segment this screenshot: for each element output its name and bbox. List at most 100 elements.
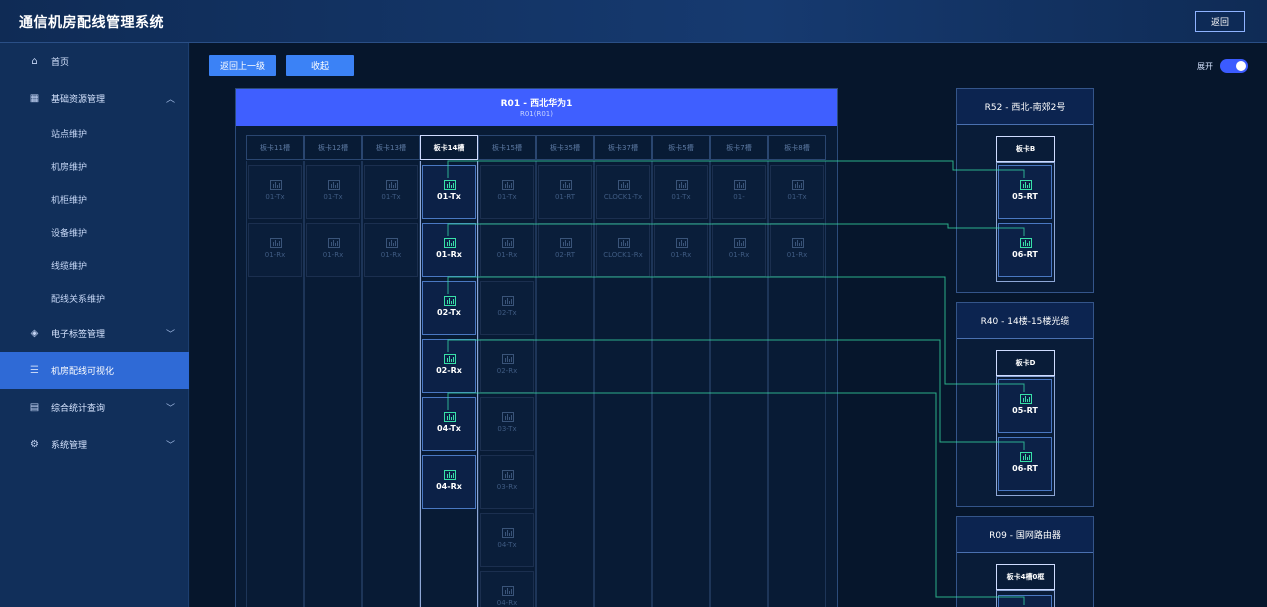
collapse-button[interactable]: 收起 bbox=[286, 55, 354, 76]
sidebar-subitem-room[interactable]: 机房维护 bbox=[0, 150, 189, 183]
port-label: 04-Tx bbox=[497, 541, 517, 549]
port-tile[interactable]: 01-Tx bbox=[364, 165, 418, 219]
port-icon bbox=[444, 354, 456, 364]
port-icon bbox=[502, 586, 514, 596]
port-tile[interactable]: 02-Tx bbox=[422, 281, 476, 335]
card-slot-header[interactable]: 板卡15槽 bbox=[478, 135, 536, 160]
port-tile[interactable]: 03-Tx bbox=[480, 397, 534, 451]
sidebar-subitem-wiring[interactable]: 配线关系维护 bbox=[0, 282, 189, 315]
card-slot-header[interactable]: 板卡35槽 bbox=[536, 135, 594, 160]
port-tile[interactable]: 01-Tx bbox=[422, 165, 476, 219]
port-tile[interactable]: 01-Tx bbox=[480, 165, 534, 219]
device-title: R52 - 西北-南郊2号 bbox=[957, 89, 1093, 125]
port-tile[interactable]: 01-Rx bbox=[422, 223, 476, 277]
card-slot-header[interactable]: 板卡5槽 bbox=[652, 135, 710, 160]
device-title: R09 - 国网路由器 bbox=[957, 517, 1093, 553]
port-tile[interactable]: 02-Tx bbox=[480, 281, 534, 335]
port-tile[interactable]: 01-Rx bbox=[306, 223, 360, 277]
sidebar-subitem-site[interactable]: 站点维护 bbox=[0, 117, 189, 150]
port-tile[interactable]: 01-Rx bbox=[248, 223, 302, 277]
port-icon bbox=[444, 296, 456, 306]
back-button[interactable]: 返回 bbox=[1195, 11, 1245, 32]
port-label: 03-Tx bbox=[497, 425, 517, 433]
port-tile[interactable]: 01-Rx bbox=[770, 223, 824, 277]
sidebar-item-label: 机房配线可视化 bbox=[51, 367, 115, 377]
card-slot-header[interactable]: 板卡8槽 bbox=[768, 135, 826, 160]
port-tile[interactable]: 04-Rx bbox=[480, 571, 534, 607]
sidebar-subitem-device[interactable]: 设备维护 bbox=[0, 216, 189, 249]
device-panel[interactable]: R40 - 14楼-15楼光缆 板卡D 05-RT 06-RT bbox=[956, 302, 1094, 507]
port-tile[interactable]: 02-Rx bbox=[480, 339, 534, 393]
sidebar-item-system[interactable]: ⚙ 系统管理 ﹀ bbox=[0, 428, 189, 461]
chart-icon: ▤ bbox=[29, 402, 40, 413]
port-tile[interactable]: 01-Tx bbox=[770, 165, 824, 219]
port-tile[interactable]: 01-Rx bbox=[654, 223, 708, 277]
device-card-header[interactable]: 板卡D bbox=[996, 350, 1055, 376]
port-tile[interactable]: 01- bbox=[712, 165, 766, 219]
home-icon: ⌂ bbox=[31, 56, 38, 67]
device-panel[interactable]: R09 - 国网路由器板卡4槽0框 bbox=[956, 516, 1094, 607]
port-label: 01-Tx bbox=[265, 193, 285, 201]
sidebar-item-label: 基础资源管理 bbox=[51, 95, 106, 105]
card-slot-header[interactable]: 板卡13槽 bbox=[362, 135, 420, 160]
port-tile[interactable]: 04-Tx bbox=[480, 513, 534, 567]
back-level-button[interactable]: 返回上一级 bbox=[209, 55, 276, 76]
chevron-down-icon: ﹀ bbox=[166, 441, 176, 451]
port-tile[interactable]: CLOCK1-Rx bbox=[596, 223, 650, 277]
port-tile[interactable]: CLOCK1-Tx bbox=[596, 165, 650, 219]
port-icon bbox=[502, 180, 514, 190]
card-slot-header[interactable]: 板卡37槽 bbox=[594, 135, 652, 160]
sidebar-item-statistics[interactable]: ▤ 综合统计查询 ﹀ bbox=[0, 391, 189, 424]
app-title: 通信机房配线管理系统 bbox=[19, 15, 164, 31]
port-tile[interactable]: 06-RT bbox=[998, 437, 1052, 491]
port-tile[interactable]: 01-Tx bbox=[248, 165, 302, 219]
port-icon bbox=[444, 180, 456, 190]
port-label: 01-Tx bbox=[787, 193, 807, 201]
port-tile[interactable]: 01-RT bbox=[538, 165, 592, 219]
port-tile[interactable]: 05-RT bbox=[998, 379, 1052, 433]
port-label: 04-Rx bbox=[436, 482, 462, 491]
port-tile[interactable]: 01-Tx bbox=[654, 165, 708, 219]
port-label: 01-Rx bbox=[786, 251, 808, 259]
device-card-header[interactable]: 板卡4槽0框 bbox=[996, 564, 1055, 590]
port-label: 01-Rx bbox=[670, 251, 692, 259]
port-tile[interactable]: 03-Rx bbox=[480, 455, 534, 509]
port-tile[interactable]: 01-Rx bbox=[480, 223, 534, 277]
port-label: 02-Tx bbox=[497, 309, 517, 317]
sidebar-subitem-cabinet[interactable]: 机柜维护 bbox=[0, 183, 189, 216]
port-icon bbox=[444, 412, 456, 422]
port-tile[interactable]: 02-Rx bbox=[422, 339, 476, 393]
port-label: 04-Tx bbox=[437, 424, 461, 433]
port-label: 01-Tx bbox=[323, 193, 343, 201]
port-tile[interactable]: 04-Rx bbox=[422, 455, 476, 509]
device-card-header[interactable]: 板卡B bbox=[996, 136, 1055, 162]
sidebar-item-visualization[interactable]: ☰ 机房配线可视化 bbox=[0, 352, 189, 389]
sidebar: ⌂ 首页 ▦ 基础资源管理 ︿ 站点维护 机房维护 机柜维护 设备维护 线缆维护… bbox=[0, 43, 189, 607]
card-slot-header[interactable]: 板卡11槽 bbox=[246, 135, 304, 160]
card-slot-header[interactable]: 板卡7槽 bbox=[710, 135, 768, 160]
card-slot-header[interactable]: 板卡12槽 bbox=[304, 135, 362, 160]
port-label: CLOCK1-Rx bbox=[603, 251, 643, 259]
sidebar-subitem-label: 机柜维护 bbox=[51, 196, 88, 206]
port-label: 02-Rx bbox=[496, 367, 518, 375]
port-tile[interactable]: 05-RT bbox=[998, 165, 1052, 219]
port-tile[interactable]: 02-RT bbox=[538, 223, 592, 277]
port-tile[interactable]: 01-Tx bbox=[306, 165, 360, 219]
port-label: 06-RT bbox=[1012, 464, 1038, 473]
expand-toggle[interactable] bbox=[1220, 59, 1248, 73]
sidebar-item-rfid[interactable]: ◈ 电子标签管理 ﹀ bbox=[0, 317, 189, 350]
port-tile[interactable]: 01-Rx bbox=[364, 223, 418, 277]
port-tile[interactable] bbox=[998, 595, 1052, 607]
device-panel[interactable]: R52 - 西北-南郊2号板卡B 05-RT 06-RT bbox=[956, 88, 1094, 293]
gear-icon: ⚙ bbox=[30, 439, 39, 450]
frame-header: R01 - 西北华为1 R01(R01) bbox=[236, 89, 837, 126]
port-tile[interactable]: 04-Tx bbox=[422, 397, 476, 451]
port-tile[interactable]: 01-Rx bbox=[712, 223, 766, 277]
sidebar-item-home[interactable]: ⌂ 首页 bbox=[0, 45, 189, 78]
sidebar-item-label: 电子标签管理 bbox=[51, 330, 106, 340]
chevron-down-icon: ﹀ bbox=[166, 330, 176, 340]
sidebar-subitem-cable[interactable]: 线缆维护 bbox=[0, 249, 189, 282]
sidebar-item-basic-resources[interactable]: ▦ 基础资源管理 ︿ bbox=[0, 82, 189, 115]
port-tile[interactable]: 06-RT bbox=[998, 223, 1052, 277]
card-slot-header[interactable]: 板卡14槽 bbox=[420, 135, 478, 160]
